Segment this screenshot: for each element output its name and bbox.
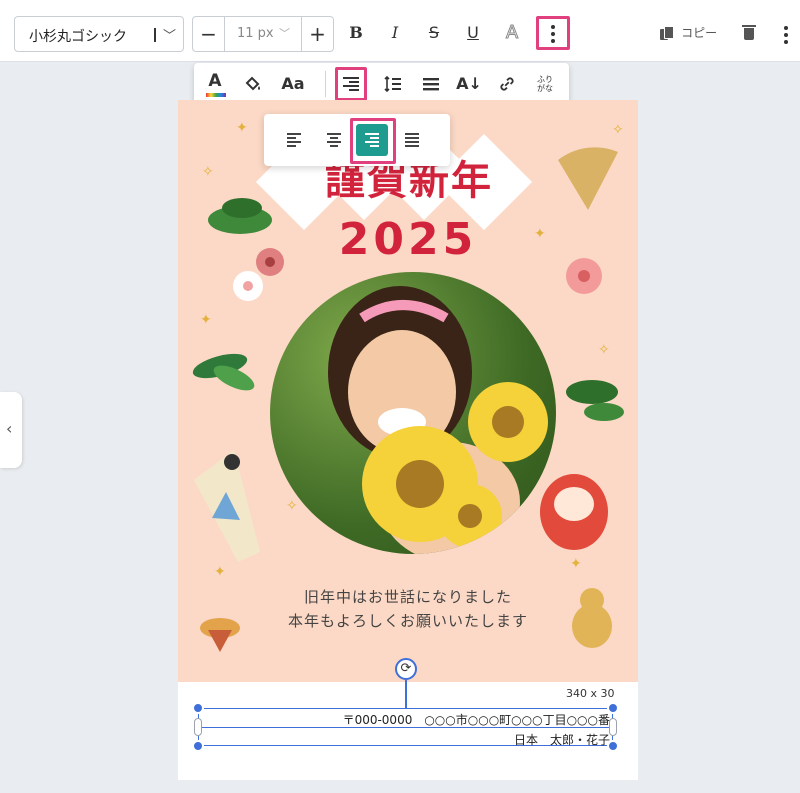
font-size-increase-button[interactable]: + [301, 17, 333, 51]
hagoita-paddle-icon [194, 450, 260, 562]
align-right-icon [343, 77, 359, 91]
resize-handle-top-left[interactable] [192, 702, 204, 714]
pine-icon [566, 380, 624, 421]
text-color-letter: A [208, 71, 222, 91]
rotate-icon: ⟳ [400, 661, 412, 676]
align-left-option[interactable] [278, 124, 310, 156]
resize-handle-bottom-left[interactable] [192, 740, 204, 752]
text-align-button[interactable] [335, 67, 367, 101]
align-center-option[interactable] [318, 124, 350, 156]
sparkle-icon: ✦ [214, 564, 226, 580]
top-toolbar: 小杉丸ゴシック ﹀ − 11 px ﹀ + B I S U A コピー [0, 0, 800, 62]
sparkle-icon: ✧ [286, 498, 298, 514]
chevron-down-icon: ﹀ [279, 27, 290, 40]
gourd-icon [572, 588, 612, 648]
resize-handle-top-right[interactable] [607, 702, 619, 714]
text-format-toolbar: A Aa A↓ ふり がな [194, 63, 569, 105]
align-center-icon [327, 133, 341, 147]
text-color-button[interactable]: A [200, 69, 230, 99]
more-vertical-icon [551, 25, 555, 46]
italic-button[interactable]: I [381, 18, 409, 48]
bold-button[interactable]: B [342, 18, 370, 48]
daruma-icon [540, 474, 608, 550]
vertical-text-button[interactable]: A↓ [454, 69, 484, 99]
chevron-down-icon: ﹀ [163, 29, 177, 44]
sparkle-icon: ✧ [612, 122, 624, 138]
link-button[interactable] [492, 69, 522, 99]
trash-icon-body [744, 28, 754, 40]
dimension-label: 340 x 30 [566, 687, 615, 700]
child-sunflower-photo [328, 286, 548, 554]
font-size-decrease-button[interactable]: − [193, 17, 225, 51]
delete-button[interactable] [740, 22, 760, 44]
line-spacing-button[interactable] [378, 69, 408, 99]
underline-button[interactable]: U [459, 18, 487, 48]
rotate-handle[interactable]: ⟳ [395, 658, 417, 680]
fan-icon [558, 147, 618, 210]
sparkle-icon: ✦ [236, 120, 248, 136]
furigana-button[interactable]: ふり がな [530, 69, 560, 99]
collapse-panel-tab[interactable]: ‹ [0, 392, 22, 468]
address-line-1[interactable]: 〒000-0000 ○○○市○○○町○○○丁目○○○番 [343, 711, 610, 728]
font-family-select[interactable]: 小杉丸ゴシック ﹀ [14, 16, 184, 52]
rotate-connector [405, 680, 407, 708]
copy-icon [660, 25, 674, 40]
font-size-value[interactable]: 11 px [237, 26, 274, 41]
font-family-value: 小杉丸ゴシック [29, 29, 127, 45]
more-options-right-button[interactable] [776, 20, 796, 46]
align-justify-icon [405, 133, 419, 147]
bamboo-icon [192, 353, 255, 391]
photo-frame[interactable] [270, 272, 556, 554]
trash-icon [742, 25, 756, 27]
spinning-top-icon [200, 618, 240, 652]
postcard-canvas: 謹賀新年 2025 ✦ ✧ ✧ ✦ ✦ ✧ ✧ ✦ ✦ 旧年中はお世話になりまし… [178, 100, 638, 682]
more-vertical-icon [784, 26, 788, 47]
strikethrough-button[interactable]: S [420, 18, 448, 48]
more-options-button[interactable] [536, 16, 570, 50]
sparkle-icon: ✦ [534, 226, 546, 242]
align-justify-option[interactable] [396, 124, 428, 156]
fill-color-button[interactable] [238, 69, 268, 99]
greeting-line-1: 旧年中はお世話になりました [303, 588, 512, 606]
sparkle-icon: ✧ [598, 342, 610, 358]
pine-icon [208, 198, 272, 234]
outline-text-button[interactable]: A [498, 18, 526, 48]
furigana-top: ふり [537, 75, 553, 84]
sparkle-icon: ✦ [200, 312, 212, 328]
sparkle-icon: ✧ [202, 164, 214, 180]
toolbar-divider [325, 71, 326, 97]
address-line-2[interactable]: 日本 太郎・花子 [514, 731, 610, 748]
align-left-icon [287, 133, 301, 147]
resize-handle-bottom-right[interactable] [607, 740, 619, 752]
list-button[interactable] [416, 69, 446, 99]
font-size-stepper: − 11 px ﹀ + [192, 16, 334, 52]
copy-button[interactable]: コピー [660, 22, 717, 46]
menu-lines-icon [423, 78, 439, 91]
text-cursor [154, 28, 156, 42]
sparkle-icon: ✦ [570, 556, 582, 572]
resize-handle-left[interactable] [194, 718, 202, 736]
text-style-button[interactable]: Aa [278, 69, 308, 99]
paint-bucket-icon [245, 76, 260, 91]
furigana-bottom: がな [537, 84, 553, 93]
link-icon [500, 77, 514, 91]
active-option-highlight [350, 118, 396, 164]
resize-handle-right[interactable] [609, 718, 617, 736]
color-swatch-icon [206, 93, 226, 97]
chevron-left-icon: ‹ [6, 419, 13, 438]
greeting-line-2: 本年もよろしくお願いいたします [287, 612, 528, 630]
line-spacing-icon [384, 75, 401, 93]
copy-label: コピー [681, 26, 718, 40]
